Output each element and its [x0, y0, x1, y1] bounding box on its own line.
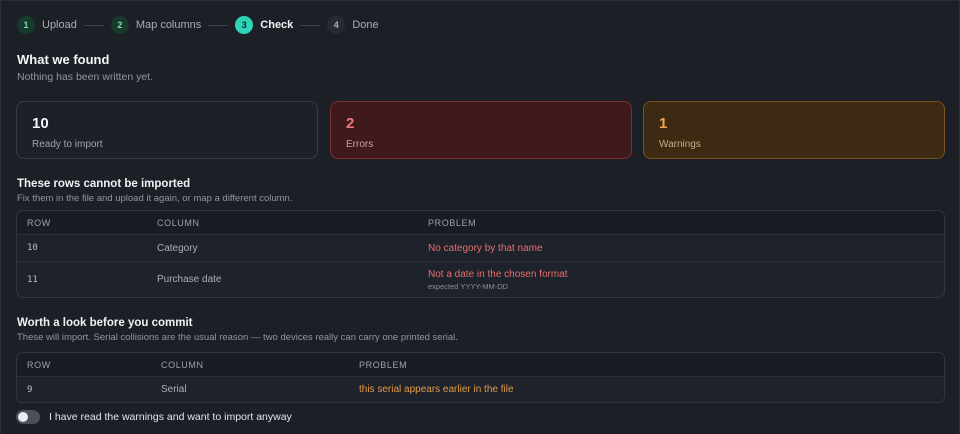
step-label: Done — [352, 19, 379, 31]
confirm-import-toggle[interactable] — [16, 410, 40, 424]
column-header-problem: PROBLEM — [359, 359, 408, 370]
ready-count-card: 10 Ready to import — [16, 101, 318, 159]
warnings-table: ROW COLUMN PROBLEM 9 Serial this serial … — [16, 352, 945, 403]
step-divider — [208, 24, 229, 26]
step-upload[interactable]: 1 Upload — [17, 16, 77, 34]
step-check: 3 Check — [235, 16, 293, 34]
ready-label: Ready to import — [32, 139, 103, 150]
step-number: 3 — [235, 16, 254, 34]
import-panel: 1 Upload 2 Map columns 3 Check 4 Done Wh… — [0, 0, 960, 434]
warnings-section-title: Worth a look before you commit — [17, 317, 193, 329]
page-subtitle: Nothing has been written yet. — [17, 71, 153, 83]
warning-count: 1 — [659, 115, 668, 132]
column-header-row: ROW — [27, 217, 51, 228]
step-map-columns[interactable]: 2 Map columns — [110, 16, 202, 34]
step-label: Map columns — [135, 19, 202, 31]
table-row: 9 Serial this serial appears earlier in … — [17, 377, 944, 402]
step-number: 2 — [110, 16, 129, 34]
warning-label: Warnings — [659, 139, 701, 150]
step-number: 4 — [327, 16, 346, 34]
column-header-column: COLUMN — [157, 217, 200, 228]
column-header-row: ROW — [27, 359, 51, 370]
step-divider — [300, 24, 321, 26]
import-stepper: 1 Upload 2 Map columns 3 Check 4 Done — [17, 15, 379, 35]
row-number: 10 — [27, 243, 38, 253]
column-name: Serial — [161, 384, 187, 395]
errors-table: ROW COLUMN PROBLEM 10 Category No catego… — [16, 210, 945, 298]
row-number: 11 — [27, 274, 38, 285]
error-count-card: 2 Errors — [330, 101, 632, 159]
step-number: 1 — [17, 16, 35, 34]
step-done: 4 Done — [327, 16, 379, 34]
column-header-column: COLUMN — [161, 359, 204, 370]
column-header-problem: PROBLEM — [428, 217, 477, 228]
problem-text: No category by that name — [428, 242, 543, 254]
problem-text: this serial appears earlier in the file — [359, 384, 514, 395]
step-divider — [83, 24, 104, 26]
errors-section-title: These rows cannot be imported — [17, 178, 191, 190]
toggle-knob — [18, 412, 28, 422]
table-row: 11 Purchase date Not a date in the chose… — [17, 262, 944, 297]
step-label: Upload — [42, 19, 77, 31]
column-name: Category — [157, 242, 198, 254]
table-header: ROW COLUMN PROBLEM — [17, 353, 944, 377]
warning-count-card: 1 Warnings — [643, 101, 945, 159]
step-label: Check — [260, 19, 294, 31]
error-count: 2 — [346, 115, 355, 132]
table-header: ROW COLUMN PROBLEM — [17, 211, 944, 235]
warnings-section-subtitle: These will import. Serial collisions are… — [17, 332, 458, 343]
confirm-import-toggle-row[interactable]: I have read the warnings and want to imp… — [16, 410, 292, 424]
confirm-import-label: I have read the warnings and want to imp… — [49, 411, 292, 423]
page-title: What we found — [17, 52, 110, 67]
problem-text: Not a date in the chosen format — [428, 268, 568, 280]
problem-cell: Not a date in the chosen format expected… — [418, 269, 568, 291]
ready-count: 10 — [32, 115, 49, 132]
errors-section-subtitle: Fix them in the file and upload it again… — [17, 193, 293, 204]
error-label: Errors — [346, 139, 374, 150]
row-number: 9 — [27, 384, 33, 395]
column-name: Purchase date — [157, 274, 222, 285]
problem-hint: expected YYYY-MM-DD — [428, 281, 509, 291]
table-row: 10 Category No category by that name — [17, 235, 944, 262]
